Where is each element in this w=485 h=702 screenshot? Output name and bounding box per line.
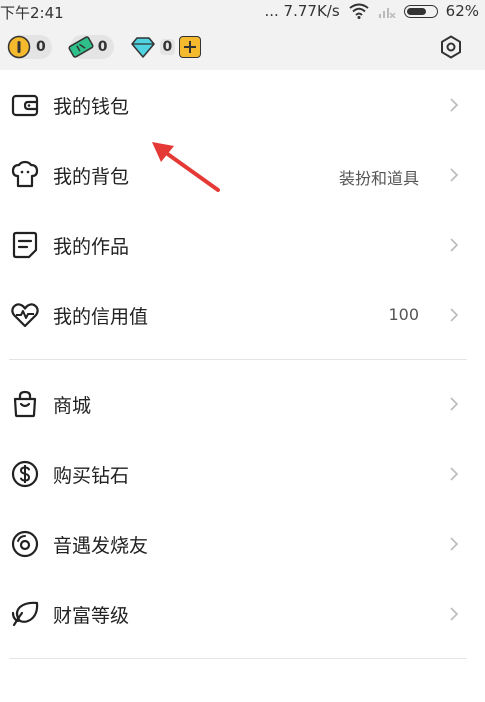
menu-item-label: 购买钻石 bbox=[53, 465, 130, 487]
ticket-balance[interactable]: 0 bbox=[68, 34, 114, 60]
menu-list: 我的钱包 我的背包 装扮和道具 我的作品 我的信用值 100 商城 购买钻石 音… bbox=[0, 70, 485, 668]
menu-item-backpack[interactable]: 我的背包 装扮和道具 bbox=[0, 140, 485, 210]
menu-item-buy-diamonds[interactable]: 购买钻石 bbox=[0, 439, 485, 509]
section-divider bbox=[9, 359, 467, 360]
menu-item-credit[interactable]: 我的信用值 100 bbox=[0, 280, 485, 350]
menu-item-label: 我的背包 bbox=[53, 166, 130, 188]
credit-heart-icon bbox=[11, 303, 39, 328]
battery-icon bbox=[403, 4, 438, 18]
status-right: ... 7.77K/s 62% bbox=[264, 2, 479, 20]
top-bar: 0 0 0 bbox=[0, 24, 485, 70]
wifi-icon bbox=[349, 3, 369, 19]
ticket-value: 0 bbox=[97, 39, 108, 55]
section-divider bbox=[9, 658, 467, 659]
shopping-bag-icon bbox=[13, 390, 37, 418]
menu-item-mall[interactable]: 商城 bbox=[0, 369, 485, 439]
menu-item-fans[interactable]: 音遇发烧友 bbox=[0, 509, 485, 579]
music-disc-icon bbox=[11, 530, 39, 558]
menu-item-label: 我的作品 bbox=[53, 236, 130, 258]
chevron-right-icon bbox=[450, 397, 459, 411]
network-speed: ... 7.77K/s bbox=[264, 2, 340, 20]
menu-item-wallet[interactable]: 我的钱包 bbox=[0, 70, 485, 140]
chevron-right-icon bbox=[450, 98, 459, 112]
menu-item-wealth-level[interactable]: 财富等级 bbox=[0, 579, 485, 649]
menu-item-subtitle: 装扮和道具 bbox=[338, 169, 419, 188]
diamond-icon bbox=[130, 34, 156, 60]
menu-item-works[interactable]: 我的作品 bbox=[0, 210, 485, 280]
backpack-icon bbox=[11, 160, 39, 188]
menu-item-label: 商城 bbox=[53, 395, 92, 417]
dollar-icon bbox=[11, 460, 39, 488]
menu-item-label: 财富等级 bbox=[53, 605, 130, 627]
chevron-right-icon bbox=[450, 308, 459, 322]
diamond-balance[interactable]: 0 bbox=[130, 34, 202, 60]
menu-item-label: 我的信用值 bbox=[53, 306, 149, 328]
battery-level: 62% bbox=[445, 2, 479, 20]
chevron-right-icon bbox=[450, 607, 459, 621]
leaf-icon bbox=[11, 601, 39, 627]
chevron-right-icon bbox=[450, 467, 459, 481]
menu-item-label: 音遇发烧友 bbox=[53, 535, 149, 557]
wallet-icon bbox=[11, 94, 39, 117]
status-time: 下午2:41 bbox=[0, 4, 64, 22]
coin-value: 0 bbox=[36, 39, 46, 55]
credit-score-value: 100 bbox=[388, 305, 419, 324]
chevron-right-icon bbox=[450, 168, 459, 182]
coin-icon bbox=[6, 34, 32, 60]
plus-icon bbox=[184, 41, 197, 53]
settings-hexagon-icon[interactable] bbox=[439, 35, 463, 59]
add-diamond-button[interactable] bbox=[179, 36, 202, 58]
chevron-right-icon bbox=[450, 537, 459, 551]
signal-icon bbox=[378, 8, 396, 18]
menu-item-label: 我的钱包 bbox=[53, 96, 130, 118]
coin-balance[interactable]: 0 bbox=[6, 34, 52, 60]
ticket-icon bbox=[68, 34, 94, 60]
chevron-right-icon bbox=[450, 238, 459, 252]
works-icon bbox=[12, 231, 38, 259]
status-bar: 下午2:41 ... 7.77K/s 62% bbox=[0, 0, 485, 24]
diamond-value: 0 bbox=[159, 39, 176, 55]
